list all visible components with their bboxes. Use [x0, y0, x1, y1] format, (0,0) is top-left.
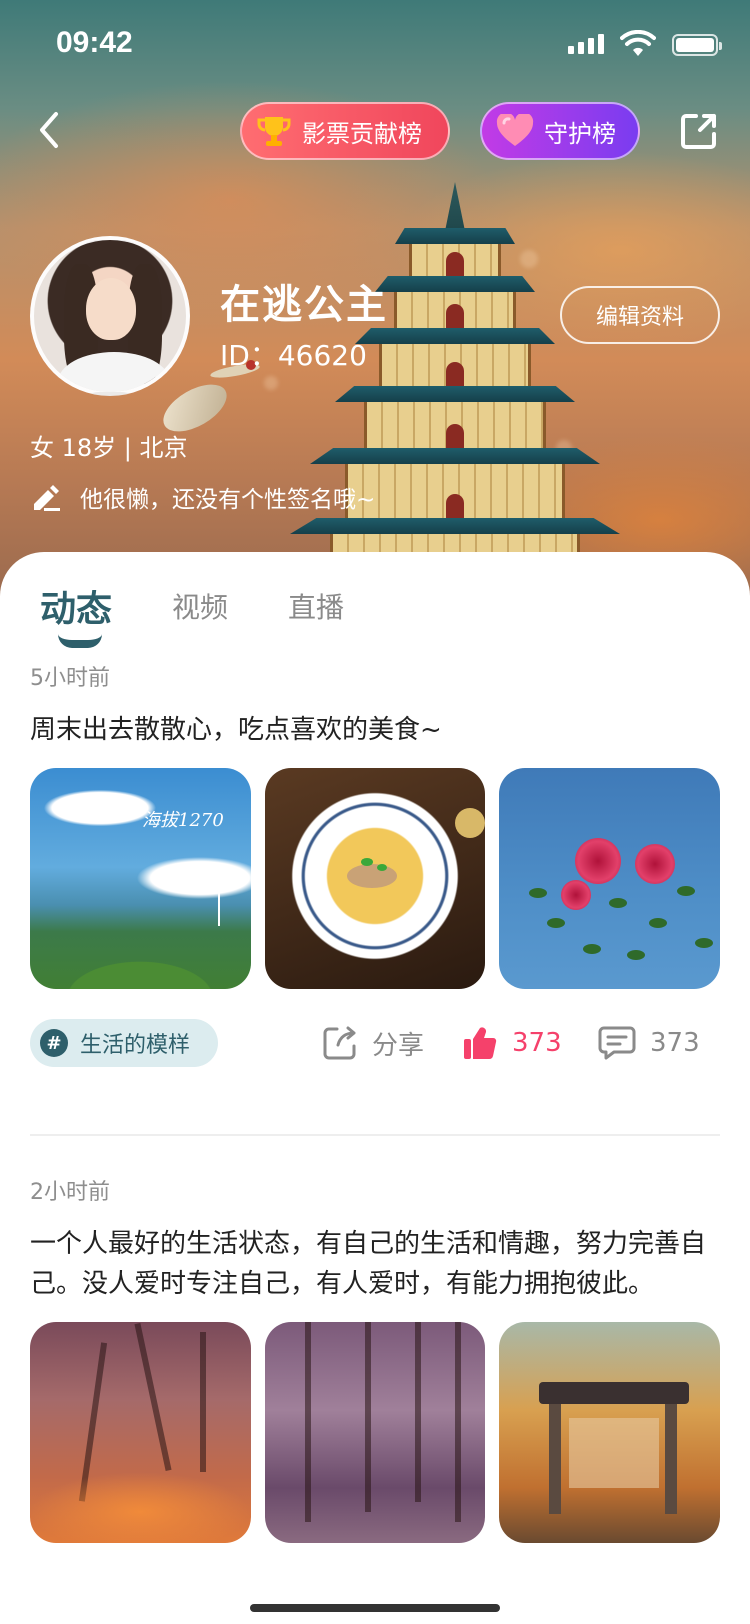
topic-label: 生活的模样	[80, 1033, 191, 1058]
tab-live[interactable]: 直播	[288, 586, 344, 626]
comment-button[interactable]: 373	[598, 1025, 700, 1061]
post-photo[interactable]	[264, 768, 486, 989]
post-text: 一个人最好的生活状态，有自己的生活和情趣，努力完善自己。没人爱时专注自己，有人爱…	[30, 1229, 707, 1299]
post-photo[interactable]	[499, 1322, 721, 1543]
bio-text: 他很懒，还没有个性签名哦~	[80, 487, 376, 513]
profile-name: 在逃公主	[220, 282, 388, 328]
pagoda-illustration	[290, 182, 620, 582]
post-time: 2小时前	[30, 1180, 110, 1205]
post-card: 5小时前 周末出去散散心，吃点喜欢的美食~ 海拔1270 # 生活的模样 分享 …	[30, 660, 721, 1067]
edit-pen-icon	[34, 485, 60, 511]
trophy-icon	[257, 117, 291, 146]
avatar[interactable]	[30, 236, 190, 396]
content-panel: 动态 视频 直播 5小时前 周末出去散散心，吃点喜欢的美食~ 海拔1270 # …	[0, 552, 750, 1624]
back-icon[interactable]	[30, 108, 70, 152]
photo-caption: 海拔1270	[142, 810, 224, 831]
share-button[interactable]: 分享	[322, 1025, 424, 1062]
active-tab-indicator	[58, 634, 102, 648]
post-photos	[30, 1322, 721, 1543]
post-photo[interactable]: 海拔1270	[30, 768, 251, 989]
like-button[interactable]: 373	[462, 1025, 562, 1061]
hashtag-icon: #	[40, 1029, 68, 1057]
post-card: 2小时前 一个人最好的生活状态，有自己的生活和情趣，努力完善自己。没人爱时专注自…	[30, 1174, 721, 1543]
post-text: 周末出去散散心，吃点喜欢的美食~	[30, 715, 442, 745]
share-out-icon[interactable]	[680, 112, 718, 150]
like-count: 373	[512, 1028, 562, 1058]
guardian-ranking-button[interactable]: 守护榜	[480, 102, 640, 160]
post-divider	[30, 1134, 720, 1136]
mist-dot	[264, 376, 278, 390]
cellular-signal-icon	[568, 34, 604, 54]
status-bar: 09:42	[0, 0, 750, 88]
contribution-ranking-label: 影票贡献榜	[302, 119, 422, 148]
heart-icon	[496, 114, 534, 146]
status-time: 09:42	[56, 26, 133, 59]
tab-bar: 动态 视频 直播	[0, 552, 750, 662]
topic-tag[interactable]: # 生活的模样	[30, 1019, 219, 1067]
post-photos: 海拔1270	[30, 768, 721, 989]
comment-count: 373	[650, 1028, 700, 1058]
post-time: 5小时前	[30, 666, 110, 691]
post-actions: # 生活的模样 分享 373 373	[30, 1019, 720, 1067]
share-label: 分享	[372, 1030, 425, 1061]
comment-icon	[598, 1026, 636, 1060]
profile-id: ID：46620	[220, 339, 367, 372]
wifi-icon	[620, 30, 656, 56]
battery-icon	[672, 34, 722, 56]
post-photo[interactable]	[499, 768, 721, 989]
edit-profile-button[interactable]: 编辑资料	[560, 286, 720, 344]
thumb-up-icon	[464, 1027, 497, 1060]
post-photo[interactable]	[264, 1322, 486, 1543]
guardian-ranking-label: 守护榜	[544, 119, 616, 148]
bio-row: 他很懒，还没有个性签名哦~	[30, 480, 375, 514]
post-photo[interactable]	[30, 1322, 251, 1543]
tab-videos[interactable]: 视频	[172, 586, 228, 626]
contribution-ranking-button[interactable]: 影票贡献榜	[240, 102, 450, 160]
tab-moments[interactable]: 动态	[40, 580, 112, 632]
home-indicator	[250, 1604, 500, 1612]
profile-meta: 女 18岁 | 北京	[30, 434, 188, 462]
share-icon	[323, 1026, 356, 1060]
